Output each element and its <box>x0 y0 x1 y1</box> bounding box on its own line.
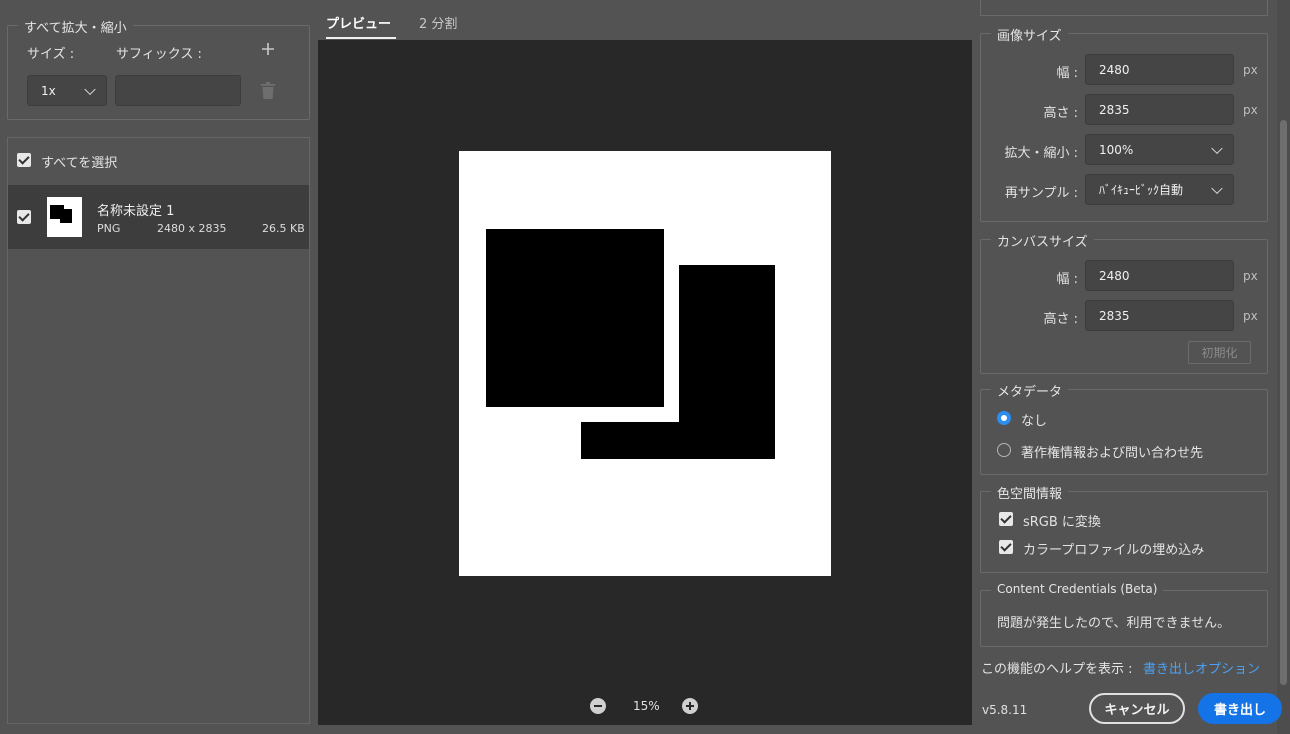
asset-format: PNG <box>97 222 121 235</box>
size-select[interactable]: 1x <box>27 75 107 106</box>
content-credentials-message: 問題が発生したので、利用できません。 <box>997 616 1231 631</box>
select-all-checkbox[interactable] <box>17 153 31 167</box>
asset-filesize: 26.5 KB <box>262 222 305 235</box>
image-width-value: 2480 <box>1099 62 1130 77</box>
srgb-checkbox[interactable] <box>999 512 1013 526</box>
square-shape <box>486 229 664 407</box>
scale-all-title: すべて拡大・縮小 <box>18 17 133 36</box>
asset-dimensions: 2480 x 2835 <box>157 222 227 235</box>
resample-select[interactable]: ﾊﾞｲｷｭｰﾋﾞｯｸ自動 <box>1085 174 1234 205</box>
image-height-label: 高さ : <box>1043 106 1078 121</box>
zoom-in-icon[interactable] <box>682 698 698 714</box>
cancel-button[interactable]: キャンセル <box>1089 693 1185 724</box>
color-space-title: 色空間情報 <box>991 483 1069 502</box>
canvas-height-label: 高さ : <box>1043 312 1078 327</box>
image-width-unit: px <box>1243 63 1258 77</box>
image-height-value: 2835 <box>1099 102 1130 117</box>
image-height-unit: px <box>1243 103 1258 117</box>
metadata-copyright-label: 著作権情報および問い合わせ先 <box>1021 446 1204 461</box>
image-width-input[interactable]: 2480 <box>1085 54 1234 85</box>
image-width-label: 幅 : <box>1056 66 1078 81</box>
size-select-value: 1x <box>41 83 56 98</box>
size-label: サイズ : <box>27 47 75 62</box>
embed-profile-label: カラープロファイルの埋め込み <box>1023 543 1205 558</box>
select-all-label: すべてを選択 <box>41 156 118 171</box>
right-scrollbar-thumb[interactable] <box>1280 120 1287 685</box>
reset-button[interactable]: 初期化 <box>1188 341 1251 364</box>
tab-split[interactable]: 2 分割 <box>419 13 457 32</box>
tab-preview[interactable]: プレビュー <box>326 13 391 32</box>
asset-thumbnail <box>47 197 82 237</box>
top-partial-border <box>980 0 1268 16</box>
canvas-width-unit: px <box>1243 269 1258 283</box>
resample-label: 再サンプル : <box>1004 186 1078 201</box>
export-button[interactable]: 書き出し <box>1198 693 1282 724</box>
zoom-level: 15% <box>633 699 660 713</box>
metadata-none-radio[interactable] <box>997 411 1011 425</box>
scale-select[interactable]: 100% <box>1085 134 1234 165</box>
zoom-out-icon[interactable] <box>590 698 606 714</box>
help-prefix: この機能のヘルプを表示 : <box>981 662 1133 677</box>
canvas-height-unit: px <box>1243 309 1258 323</box>
help-link[interactable]: 書き出しオプション <box>1143 658 1260 677</box>
asset-name: 名称未設定 1 <box>97 204 175 219</box>
image-size-title: 画像サイズ <box>991 25 1068 44</box>
metadata-group: メタデータ <box>980 381 1268 475</box>
content-credentials-title: Content Credentials (Beta) <box>991 582 1164 596</box>
canvas-width-label: 幅 : <box>1056 272 1078 287</box>
preview-canvas <box>459 151 831 576</box>
canvas-height-input[interactable]: 2835 <box>1085 300 1234 331</box>
metadata-copyright-radio[interactable] <box>997 443 1011 457</box>
asset-checkbox[interactable] <box>17 210 31 224</box>
canvas-width-input[interactable]: 2480 <box>1085 260 1234 291</box>
suffix-label: サフィックス : <box>116 47 202 62</box>
color-space-group: 色空間情報 <box>980 483 1268 573</box>
scale-select-value: 100% <box>1099 142 1134 157</box>
scale-label: 拡大・縮小 : <box>1004 146 1078 161</box>
l-shape-horizontal <box>581 422 775 459</box>
canvas-size-title: カンバスサイズ <box>991 231 1094 250</box>
version-label: v5.8.11 <box>982 703 1028 717</box>
suffix-input[interactable] <box>115 75 241 106</box>
metadata-title: メタデータ <box>991 381 1069 400</box>
canvas-width-value: 2480 <box>1099 268 1130 283</box>
tab-preview-underline <box>326 37 396 39</box>
add-icon[interactable] <box>261 42 275 56</box>
metadata-none-label: なし <box>1021 414 1048 429</box>
srgb-label: sRGB に変換 <box>1023 515 1101 530</box>
trash-icon[interactable] <box>261 82 275 99</box>
embed-profile-checkbox[interactable] <box>999 540 1013 554</box>
cancel-button-label: キャンセル <box>1104 703 1170 718</box>
reset-button-label: 初期化 <box>1201 346 1238 360</box>
export-button-label: 書き出し <box>1213 703 1266 718</box>
image-height-input[interactable]: 2835 <box>1085 94 1234 125</box>
canvas-height-value: 2835 <box>1099 308 1130 323</box>
resample-select-value: ﾊﾞｲｷｭｰﾋﾞｯｸ自動 <box>1099 183 1184 197</box>
